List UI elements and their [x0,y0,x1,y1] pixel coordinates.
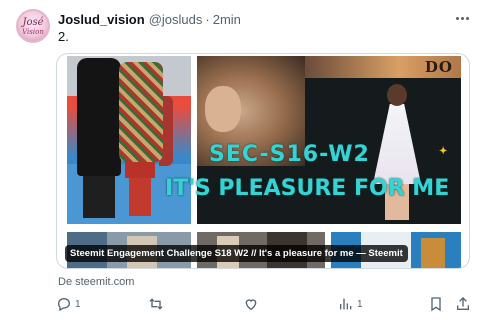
share-button[interactable] [455,296,471,312]
avatar[interactable]: José Vision [16,9,50,43]
bookmark-button[interactable] [428,296,444,312]
channel-logo-icon: ✦ [439,146,448,157]
action-bar: 1 1 [0,292,484,316]
more-icon[interactable] [452,10,472,26]
tweet-header: Joslud_vision @josluds · 2min [58,10,241,28]
link-card[interactable]: DO ✦ SEC-S16-W2 IT'S PLEASURE FOR ME Ste… [56,53,470,269]
avatar-logo-subtext: Vision [22,28,44,36]
reply-count: 1 [75,298,81,310]
like-icon [243,296,259,312]
like-button[interactable] [243,296,262,312]
bookmark-icon [428,296,444,312]
separator-dot: · [205,11,210,27]
tweet-text: 2. [58,29,69,44]
author-name[interactable]: Joslud_vision [58,12,145,27]
views-button[interactable]: 1 [338,296,363,312]
banner-text: DO [424,58,453,76]
timestamp[interactable]: 2min [213,12,241,27]
retweet-icon [148,296,164,312]
reply-icon [56,296,72,312]
card-source[interactable]: De steemit.com [58,276,134,288]
avatar-logo-text: José [22,17,44,28]
author-handle[interactable]: @josluds [149,12,203,27]
tweet[interactable]: José Vision Joslud_vision @josluds · 2mi… [0,0,484,322]
views-icon [338,296,354,312]
retweet-button[interactable] [148,296,167,312]
card-caption[interactable]: Steemit Engagement Challenge S18 W2 // I… [65,245,408,262]
card-overlay-title: SEC-S16-W2 [209,142,370,167]
views-count: 1 [357,298,363,310]
reply-button[interactable]: 1 [56,296,81,312]
share-icon [455,296,471,312]
card-overlay-subtitle: IT'S PLEASURE FOR ME [165,176,450,201]
